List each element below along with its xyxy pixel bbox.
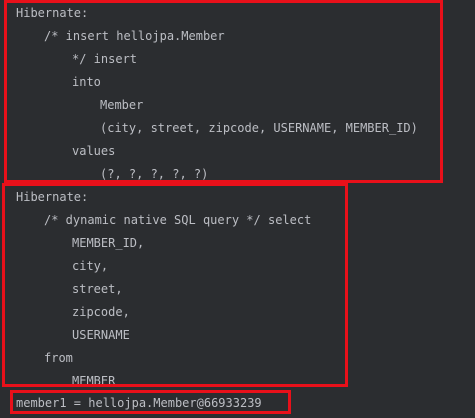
highlight-box-native-query [2, 183, 348, 387]
highlight-box-result [10, 390, 291, 414]
highlight-box-insert [4, 0, 443, 183]
